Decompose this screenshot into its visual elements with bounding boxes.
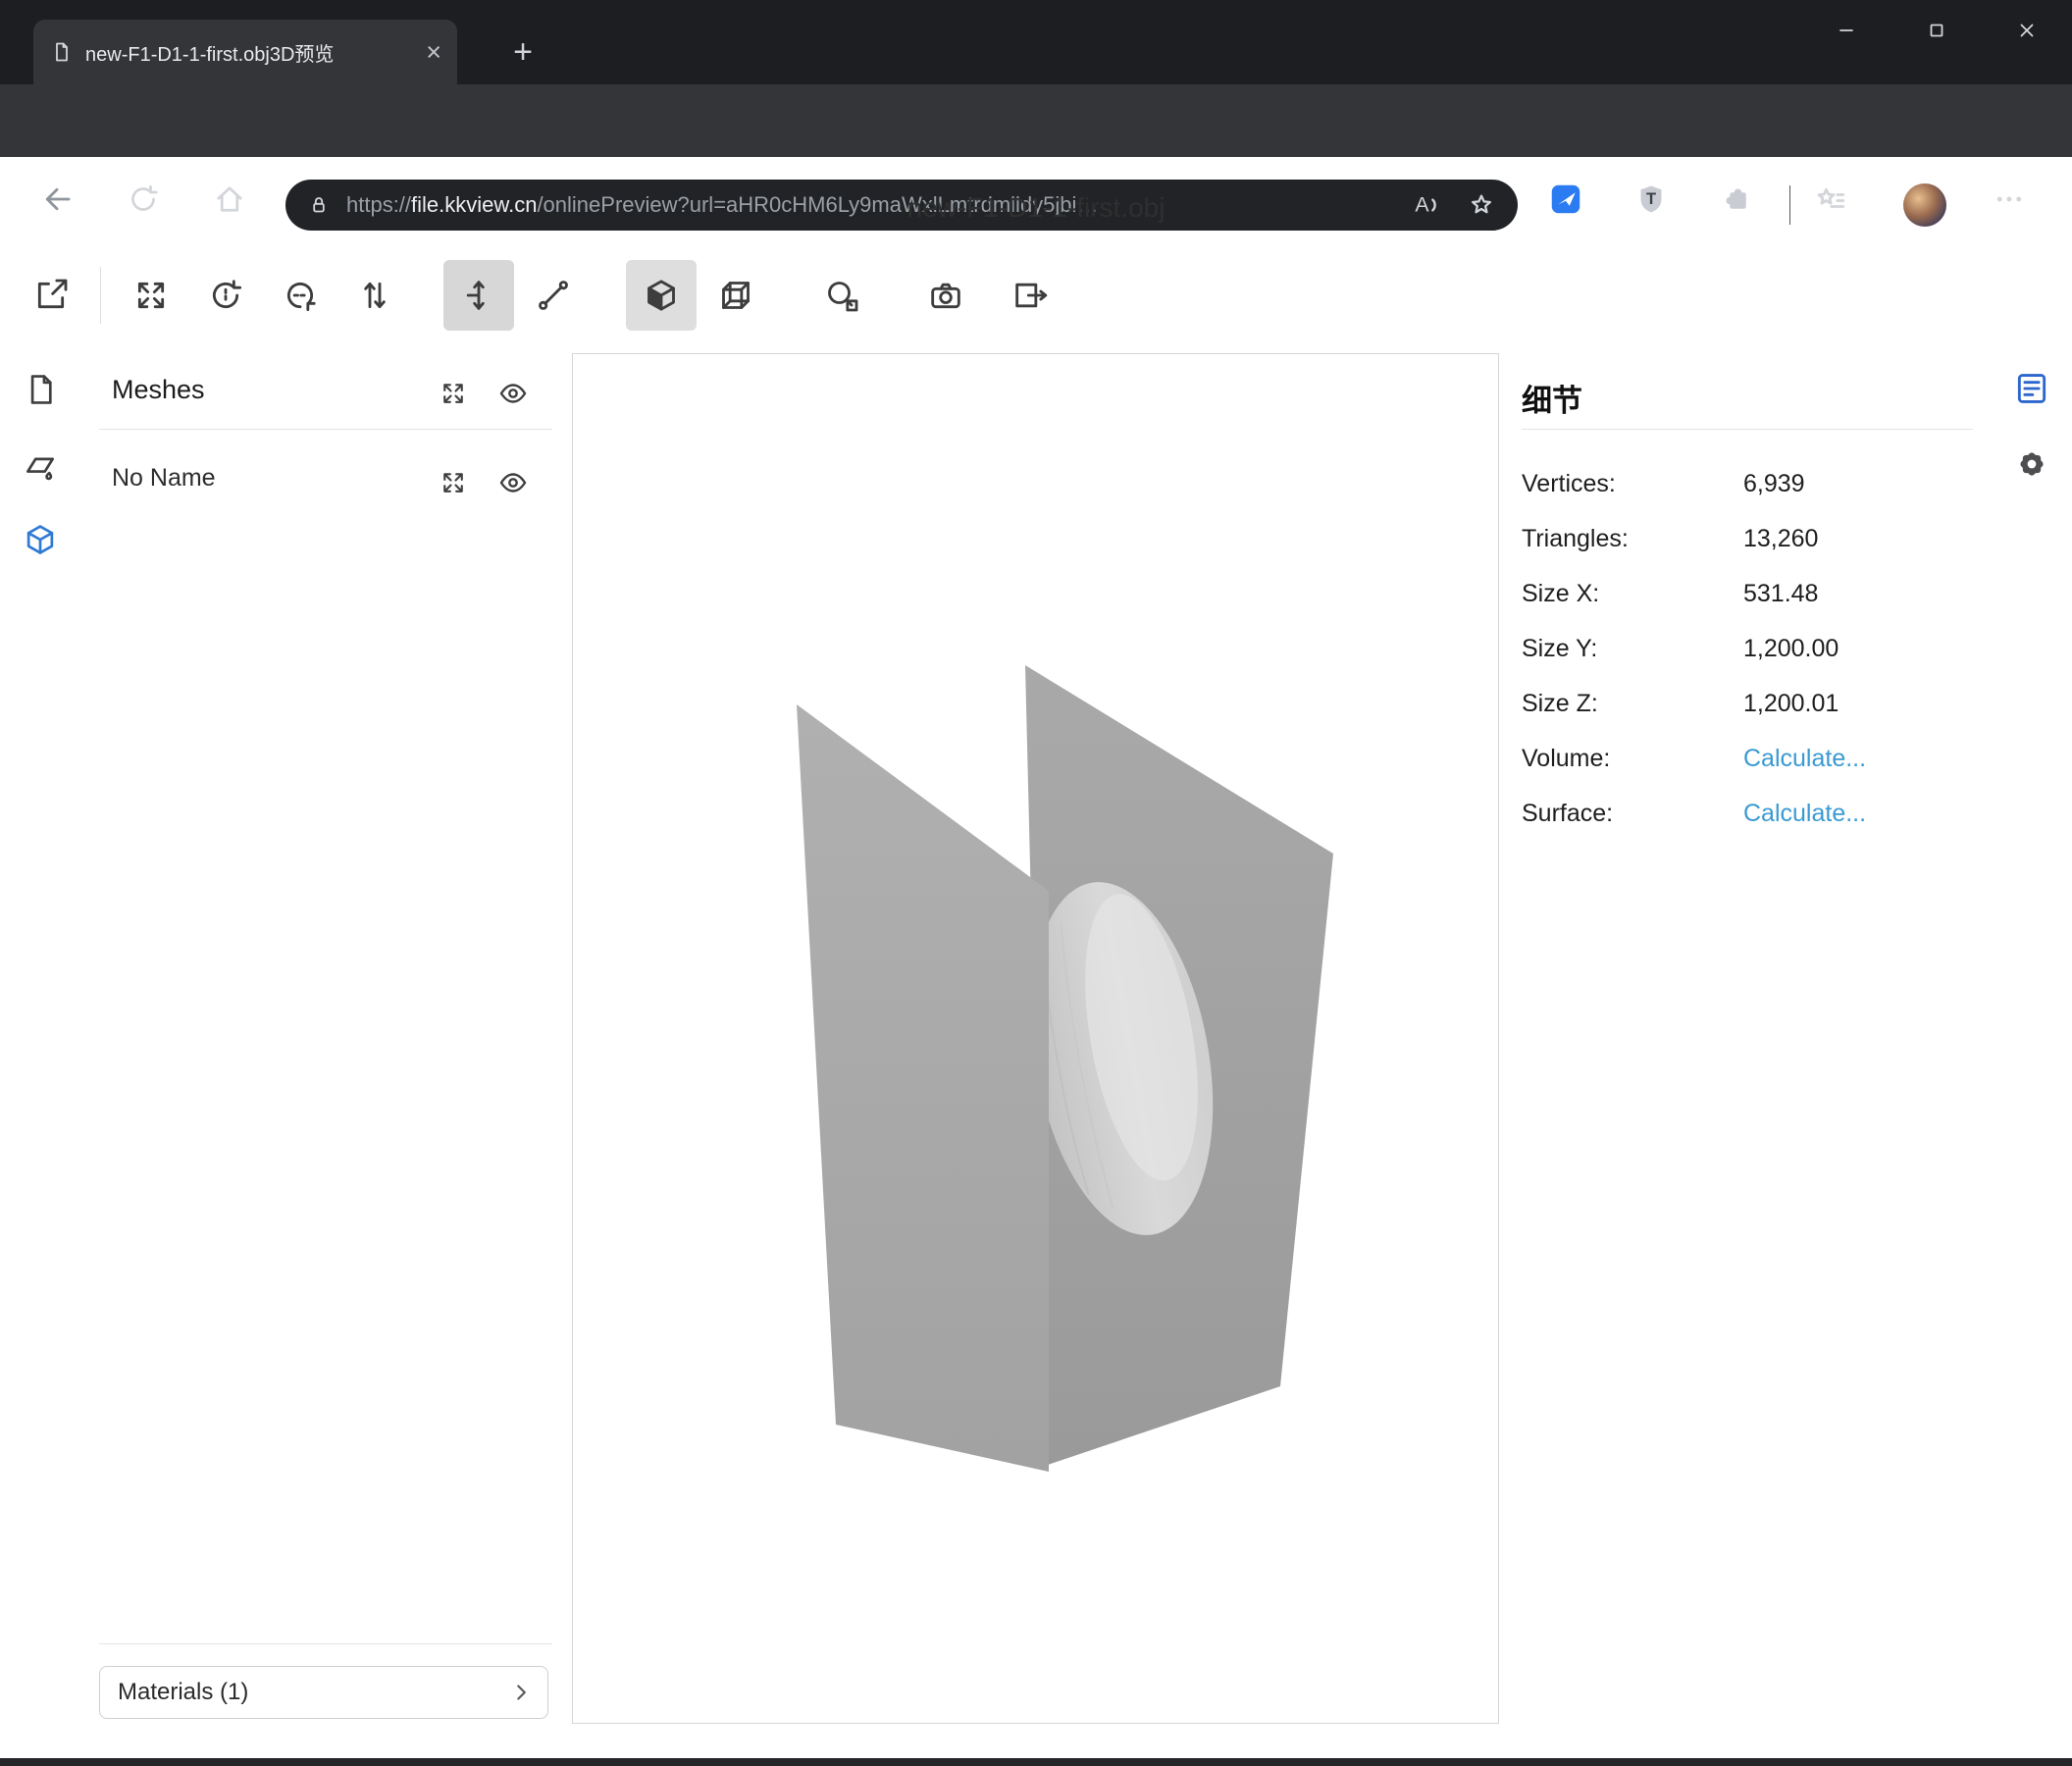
tab-close-icon[interactable]: ×	[426, 39, 441, 66]
detail-label: Size Y:	[1522, 635, 1743, 663]
export-button[interactable]	[995, 260, 1065, 331]
detail-value: 6,939	[1743, 470, 1805, 498]
measure-line-button[interactable]	[518, 260, 589, 331]
meshes-divider	[99, 429, 552, 430]
measure-magnifier-icon	[822, 276, 861, 315]
sidebar-file-icon[interactable]	[22, 371, 59, 408]
sidebar-materials-icon[interactable]	[22, 447, 59, 485]
mesh-item-name[interactable]: No Name	[112, 464, 216, 493]
maximize-icon	[1925, 19, 1948, 42]
new-tab-button[interactable]: +	[502, 31, 544, 73]
flip-vertical-button[interactable]	[339, 260, 410, 331]
shaded-cube-icon	[642, 276, 681, 315]
shaded-view-button[interactable]	[626, 260, 697, 331]
tab-favicon-icon	[49, 40, 73, 64]
details-divider	[1522, 429, 1973, 430]
detail-label: Triangles:	[1522, 525, 1743, 553]
tab[interactable]: new-F1-D1-1-first.obj3D预览 ×	[33, 20, 457, 84]
detail-label: Size Z:	[1522, 690, 1743, 718]
details-header: 细节	[1522, 376, 1582, 420]
details-toggle-icon-active[interactable]	[2013, 370, 2050, 407]
rotate-horizontal-icon	[206, 276, 245, 315]
minimize-icon	[1835, 19, 1858, 42]
measure-line-icon	[534, 276, 573, 315]
camera-icon	[926, 276, 965, 315]
rotate-vertical-button[interactable]	[265, 260, 336, 331]
measure-button[interactable]	[806, 260, 877, 331]
fit-view-button[interactable]	[116, 260, 186, 331]
sidebar-model-icon-active[interactable]	[22, 521, 59, 558]
meshes-fit-icon[interactable]	[439, 379, 468, 408]
detail-row-surface: Surface: Calculate...	[1522, 786, 1973, 841]
screenshot-button[interactable]	[910, 260, 981, 331]
meshes-visibility-eye-icon[interactable]	[496, 377, 530, 410]
detail-label: Surface:	[1522, 800, 1743, 828]
settings-gear-icon[interactable]	[2012, 444, 2051, 484]
box-wireframe-icon	[716, 276, 755, 315]
chevron-right-icon	[508, 1680, 534, 1705]
tab-title: new-F1-D1-1-first.obj3D预览	[85, 38, 418, 67]
minimize-button[interactable]	[1801, 0, 1891, 61]
flip-vertical-icon	[355, 276, 394, 315]
fit-view-icon	[131, 276, 171, 315]
export-icon	[1010, 276, 1050, 315]
plus-icon: +	[513, 33, 533, 72]
mesh-fit-icon[interactable]	[439, 468, 468, 497]
navbar: https://file.kkview.cn/onlinePreview?url…	[0, 84, 2072, 157]
page-title: new-F1-D1-1-first.obj	[0, 192, 2072, 224]
translate-icon	[459, 276, 498, 315]
detail-row-vertices: Vertices: 6,939	[1522, 456, 1973, 511]
window-bottom-edge	[0, 1758, 2072, 1766]
translate-button[interactable]	[443, 260, 514, 331]
materials-button-label: Materials (1)	[118, 1679, 508, 1706]
box-view-button[interactable]	[700, 260, 771, 331]
detail-row-triangles: Triangles: 13,260	[1522, 511, 1973, 566]
detail-row-size-x: Size X: 531.48	[1522, 566, 1973, 621]
viewport-3d[interactable]	[572, 353, 1499, 1724]
toolbar-separator	[100, 267, 101, 324]
detail-value: 13,260	[1743, 525, 1818, 553]
calculate-surface-link[interactable]: Calculate...	[1743, 800, 1866, 828]
rotate-horizontal-button[interactable]	[190, 260, 261, 331]
meshes-header: Meshes	[112, 375, 205, 405]
detail-row-size-y: Size Y: 1,200.00	[1522, 621, 1973, 676]
detail-value: 1,200.01	[1743, 690, 1839, 718]
open-model-icon	[31, 276, 71, 315]
titlebar: new-F1-D1-1-first.obj3D预览 × +	[0, 0, 2072, 84]
calculate-volume-link[interactable]: Calculate...	[1743, 745, 1866, 773]
detail-label: Vertices:	[1522, 470, 1743, 498]
close-window-button[interactable]	[1982, 0, 2072, 61]
mesh-visibility-eye-icon[interactable]	[496, 466, 530, 499]
model-render	[573, 354, 1498, 1723]
detail-value: 1,200.00	[1743, 635, 1839, 663]
plane-left	[797, 704, 1049, 1472]
detail-label: Size X:	[1522, 580, 1743, 608]
browser-window: new-F1-D1-1-first.obj3D预览 × +	[0, 0, 2072, 1766]
detail-row-size-z: Size Z: 1,200.01	[1522, 676, 1973, 731]
detail-value: 531.48	[1743, 580, 1818, 608]
detail-label: Volume:	[1522, 745, 1743, 773]
close-icon	[2015, 19, 2039, 42]
maximize-button[interactable]	[1891, 0, 1982, 61]
rotate-vertical-icon	[281, 276, 320, 315]
materials-divider	[99, 1643, 552, 1644]
open-model-button[interactable]	[16, 260, 86, 331]
detail-row-volume: Volume: Calculate...	[1522, 731, 1973, 786]
materials-button[interactable]: Materials (1)	[99, 1666, 548, 1719]
